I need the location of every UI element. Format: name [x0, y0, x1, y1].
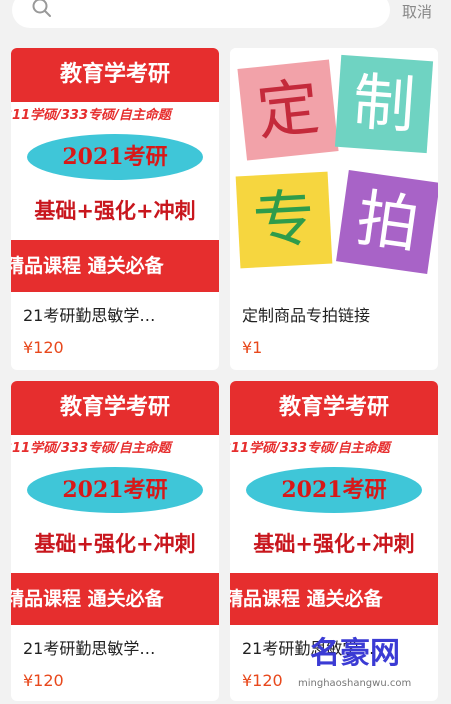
product-price: ¥1 — [242, 338, 263, 357]
poster-bottom: 精品课程 通关必备 — [11, 573, 219, 625]
tile: 专 — [235, 171, 333, 269]
tile-char: 制 — [350, 64, 418, 143]
product-image: 教育学考研 311学硕/333专硕/自主命题 2021考研 基础+强化+冲刺 精… — [230, 381, 438, 625]
product-card[interactable]: 教育学考研 311学硕/333专硕/自主命题 2021考研 基础+强化+冲刺 精… — [11, 48, 219, 370]
search-icon — [32, 0, 51, 17]
tile: 制 — [334, 54, 434, 154]
tile-char: 拍 — [352, 181, 424, 262]
poster-subtitle: 311学硕/333专硕/自主命题 — [11, 108, 171, 123]
product-name: 21考研勤思敏学… — [23, 306, 156, 325]
tile: 定 — [237, 59, 339, 161]
tile-char: 定 — [253, 69, 323, 150]
product-image: 教育学考研 311学硕/333专硕/自主命题 2021考研 基础+强化+冲刺 精… — [11, 381, 219, 625]
product-card[interactable]: 教育学考研 311学硕/333专硕/自主命题 2021考研 基础+强化+冲刺 精… — [11, 381, 219, 701]
poster-bottom: 精品课程 通关必备 — [230, 573, 438, 625]
poster-subtitle: 311学硕/333专硕/自主命题 — [230, 441, 390, 456]
product-card[interactable]: 定 制 专 拍 定制商品专拍链接 ¥1 — [230, 48, 438, 370]
product-image: 定 制 专 拍 — [230, 48, 438, 292]
product-name: 21考研勤思敏学… — [242, 639, 375, 658]
poster-title: 教育学考研 — [230, 381, 438, 435]
product-name: 定制商品专拍链接 — [242, 306, 371, 325]
poster-year: 2021考研 — [62, 477, 168, 503]
product-price: ¥120 — [242, 671, 283, 690]
product-price: ¥120 — [23, 671, 64, 690]
poster-band: 基础+强化+冲刺 — [11, 521, 219, 567]
poster-band: 基础+强化+冲刺 — [11, 188, 219, 234]
poster-title: 教育学考研 — [11, 381, 219, 435]
product-price: ¥120 — [23, 338, 64, 357]
poster-subtitle: 311学硕/333专硕/自主命题 — [11, 441, 171, 456]
poster-band: 基础+强化+冲刺 — [230, 521, 438, 567]
product-image: 教育学考研 311学硕/333专硕/自主命题 2021考研 基础+强化+冲刺 精… — [11, 48, 219, 292]
cancel-button[interactable]: 取消 — [402, 1, 432, 22]
product-card[interactable]: 教育学考研 311学硕/333专硕/自主命题 2021考研 基础+强化+冲刺 精… — [230, 381, 438, 701]
tile-char: 专 — [251, 181, 317, 258]
poster-title: 教育学考研 — [11, 48, 219, 102]
poster-year: 2021考研 — [62, 144, 168, 170]
product-name: 21考研勤思敏学… — [23, 639, 156, 658]
poster-year: 2021考研 — [281, 477, 387, 503]
top-search-bar: 取消 — [0, 0, 451, 32]
search-input[interactable] — [12, 0, 390, 28]
poster-bottom: 精品课程 通关必备 — [11, 240, 219, 292]
tile: 拍 — [336, 170, 438, 274]
